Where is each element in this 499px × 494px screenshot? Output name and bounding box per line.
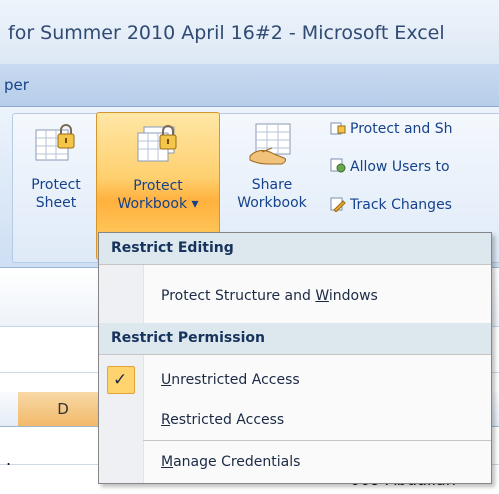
tab-developer[interactable]: per bbox=[4, 76, 29, 94]
cell-value[interactable]: . bbox=[6, 450, 11, 469]
share-workbook-icon bbox=[248, 122, 296, 174]
protect-and-share-button[interactable]: Protect and Sh bbox=[330, 120, 453, 144]
column-header-d[interactable]: D bbox=[18, 392, 109, 426]
protect-share-icon bbox=[330, 120, 346, 136]
protect-sheet-label-2: Sheet bbox=[35, 195, 77, 211]
menu-item-unrestricted-access[interactable]: ✓ Unrestricted Access bbox=[99, 361, 491, 399]
ribbon-tab-strip: per bbox=[0, 64, 499, 107]
share-workbook-label-2: Workbook bbox=[237, 195, 307, 211]
allow-users-label: Allow Users to bbox=[350, 159, 450, 175]
menu-item-manage-credentials[interactable]: Manage Credentials bbox=[99, 443, 491, 481]
protect-workbook-label-1: Protect bbox=[133, 178, 183, 194]
menu-item-label: Protect Structure and Windows bbox=[161, 288, 378, 304]
protect-and-share-label: Protect and Sh bbox=[350, 121, 453, 137]
menu-item-restricted-access[interactable]: Restricted Access bbox=[99, 401, 491, 439]
menu-separator bbox=[143, 440, 491, 441]
menu-header-restrict-permission: Restrict Permission bbox=[99, 323, 491, 355]
menu-item-label: Manage Credentials bbox=[161, 454, 301, 470]
menu-item-label: Restricted Access bbox=[161, 412, 285, 428]
menu-header-restrict-editing: Restrict Editing bbox=[99, 233, 491, 265]
protect-workbook-icon bbox=[134, 123, 182, 171]
protect-sheet-label-1: Protect bbox=[31, 177, 81, 193]
protect-workbook-label-2: Workbook ▾ bbox=[117, 196, 199, 212]
protect-sheet-icon bbox=[34, 122, 78, 170]
protect-workbook-menu: Restrict Editing Protect Structure and W… bbox=[98, 232, 492, 484]
allow-users-button[interactable]: Allow Users to bbox=[330, 158, 450, 182]
allow-users-icon bbox=[330, 158, 346, 174]
track-changes-icon bbox=[330, 196, 346, 213]
window-title: for Summer 2010 April 16#2 - Microsoft E… bbox=[8, 22, 445, 44]
protect-sheet-button[interactable]: Protect Sheet bbox=[18, 112, 94, 262]
share-workbook-label-1: Share bbox=[251, 177, 293, 193]
track-changes-button[interactable]: Track Changes bbox=[330, 196, 452, 220]
menu-item-label: Unrestricted Access bbox=[161, 372, 300, 388]
checkmark-icon: ✓ bbox=[113, 370, 128, 390]
title-bar: for Summer 2010 April 16#2 - Microsoft E… bbox=[0, 0, 499, 64]
track-changes-label: Track Changes bbox=[350, 197, 452, 213]
menu-item-protect-structure[interactable]: Protect Structure and Windows bbox=[99, 277, 491, 315]
